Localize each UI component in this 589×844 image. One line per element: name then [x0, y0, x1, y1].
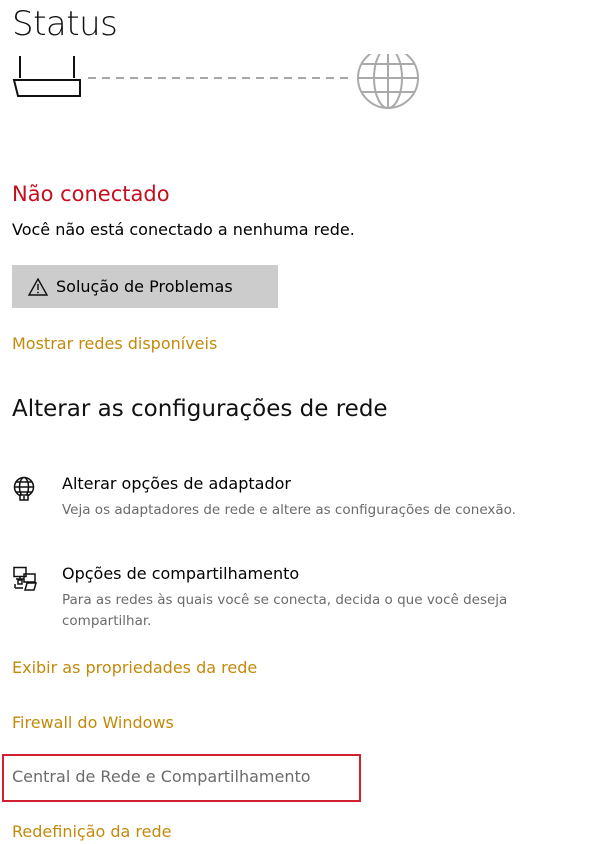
warning-icon: [28, 277, 48, 296]
sharing-options-description: Para as redes às quais você se conecta, …: [62, 592, 508, 629]
router-icon: [12, 56, 81, 97]
sharing-options-title: Opções de compartilhamento: [62, 564, 300, 583]
connection-status-description: Você não está conectado a nenhuma rede.: [12, 220, 355, 239]
page-title: Status: [12, 4, 118, 44]
view-network-properties-link[interactable]: Exibir as propriedades da rede: [12, 658, 257, 677]
sharing-icon: [13, 566, 37, 591]
connection-status-heading: Não conectado: [12, 182, 170, 206]
show-available-networks-link[interactable]: Mostrar redes disponíveis: [12, 334, 217, 353]
highlight-box: [2, 754, 361, 802]
troubleshoot-button[interactable]: Solução de Problemas: [12, 265, 278, 308]
change-adapter-options-description: Veja os adaptadores de rede e altere as …: [62, 502, 516, 518]
connection-graphic: [12, 54, 419, 109]
globe-icon: [357, 54, 419, 109]
change-adapter-options-title: Alterar opções de adaptador: [62, 474, 291, 493]
troubleshoot-button-label: Solução de Problemas: [56, 277, 233, 296]
network-reset-link[interactable]: Redefinição da rede: [12, 822, 172, 841]
windows-firewall-link[interactable]: Firewall do Windows: [12, 713, 174, 732]
change-network-settings-heading: Alterar as configurações de rede: [12, 396, 388, 422]
network-status-page: Status Não conectado Você não está conec…: [0, 0, 589, 844]
change-adapter-options-item[interactable]: Alterar opções de adaptador Veja os adap…: [12, 474, 587, 524]
sharing-options-item[interactable]: Opções de compartilhamento Para as redes…: [12, 564, 587, 636]
globe-adapter-icon: [13, 476, 35, 501]
